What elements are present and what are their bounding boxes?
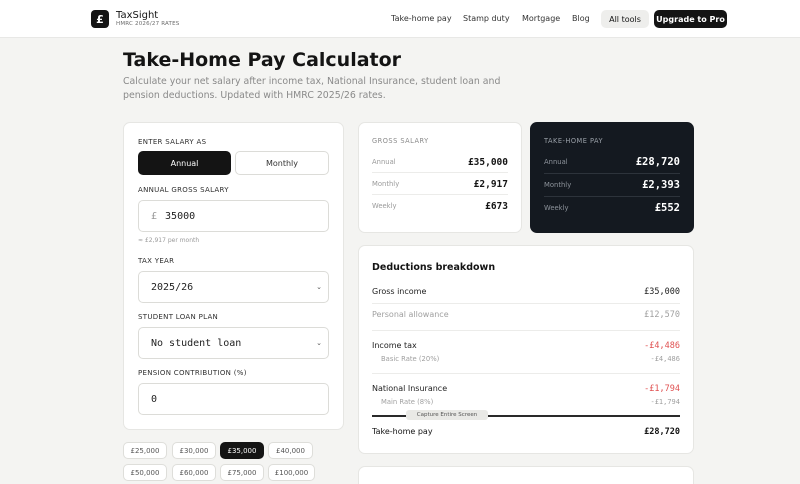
pension-contribution-input[interactable]: 0 <box>138 383 329 415</box>
basic-rate-value: -£4,486 <box>650 355 680 363</box>
preset-chip-100000[interactable]: £100,000 <box>268 464 315 481</box>
gross-salary-heading: GROSS SALARY <box>372 137 429 145</box>
nav-link-blog[interactable]: Blog <box>572 14 590 23</box>
national-insurance-value: -£1,794 <box>644 384 680 394</box>
gross-salary-value: 35000 <box>165 210 196 222</box>
gross-annual-label: Annual <box>372 158 396 166</box>
preset-chip-75000[interactable]: £75,000 <box>220 464 264 481</box>
divider <box>372 303 680 304</box>
brand-name[interactable]: TaxSight <box>116 10 158 21</box>
net-annual-value: £28,720 <box>635 156 680 168</box>
income-tax-value: -£4,486 <box>644 341 680 351</box>
deductions-title: Deductions breakdown <box>372 262 496 273</box>
basic-rate-label: Basic Rate (20%) <box>381 355 440 363</box>
net-annual-label: Annual <box>544 158 568 166</box>
all-tools-button[interactable]: All tools <box>601 10 649 28</box>
gross-monthly-label: Monthly <box>372 180 400 188</box>
chevron-down-icon: ⌄ <box>316 283 322 291</box>
nav-link-take-home-pay[interactable]: Take-home pay <box>391 14 452 23</box>
income-tax-label: Income tax <box>372 341 417 350</box>
brand-subtitle: HMRC 2026/27 RATES <box>116 21 180 27</box>
personal-allowance-value: £12,570 <box>644 310 680 320</box>
page-description: Calculate your net salary after income t… <box>123 76 501 101</box>
national-insurance-label: National Insurance <box>372 384 448 393</box>
personal-allowance-label: Personal allowance <box>372 310 449 319</box>
gross-weekly-value: £673 <box>485 201 508 212</box>
upgrade-to-pro-button[interactable]: Upgrade to Pro <box>654 10 727 28</box>
take-home-pay-heading: TAKE-HOME PAY <box>544 137 604 145</box>
capture-entire-screen-tooltip: Capture Entire Screen <box>406 410 488 420</box>
tax-year-value: 2025/26 <box>151 281 194 293</box>
chevron-down-icon: ⌄ <box>316 339 322 347</box>
gross-annual-value: £35,000 <box>467 157 508 168</box>
top-navigation-bar: £ TaxSight HMRC 2026/27 RATES Take-home … <box>0 0 800 38</box>
divider <box>372 194 508 195</box>
tax-year-select[interactable]: 2025/26 ⌄ <box>138 271 329 303</box>
main-rate-value: -£1,794 <box>650 398 680 406</box>
preset-chip-25000[interactable]: £25,000 <box>123 442 167 459</box>
tax-year-label: TAX YEAR <box>138 257 175 265</box>
net-weekly-label: Weekly <box>544 204 569 212</box>
student-loan-plan-label: STUDENT LOAN PLAN <box>138 313 219 321</box>
divider <box>372 373 680 374</box>
divider <box>544 196 680 197</box>
monthly-equivalent-hint: ≈ £2,917 per month <box>138 237 200 244</box>
pension-contribution-label: PENSION CONTRIBUTION (%) <box>138 369 247 377</box>
gross-income-value: £35,000 <box>644 287 680 297</box>
next-card-partial <box>358 466 694 484</box>
nav-link-stamp-duty[interactable]: Stamp duty <box>463 14 510 23</box>
gross-salary-input[interactable]: £ 35000 <box>138 200 329 232</box>
student-loan-select[interactable]: No student loan ⌄ <box>138 327 329 359</box>
preset-chip-40000[interactable]: £40,000 <box>268 442 313 459</box>
take-home-value: £28,720 <box>644 427 680 437</box>
divider <box>372 172 508 173</box>
main-rate-label: Main Rate (8%) <box>381 398 434 406</box>
divider <box>372 330 680 331</box>
preset-chip-60000[interactable]: £60,000 <box>172 464 216 481</box>
preset-chip-35000-selected[interactable]: £35,000 <box>220 442 264 459</box>
monthly-toggle-button[interactable]: Monthly <box>235 151 329 175</box>
enter-salary-as-label: ENTER SALARY AS <box>138 138 207 146</box>
net-weekly-value: £552 <box>654 202 680 214</box>
annual-toggle-button[interactable]: Annual <box>138 151 231 175</box>
annual-gross-salary-label: ANNUAL GROSS SALARY <box>138 186 229 194</box>
currency-prefix: £ <box>151 210 158 222</box>
preset-chip-50000[interactable]: £50,000 <box>123 464 167 481</box>
net-monthly-label: Monthly <box>544 181 572 189</box>
take-home-label: Take-home pay <box>372 427 433 436</box>
nav-link-mortgage[interactable]: Mortgage <box>522 14 560 23</box>
gross-income-label: Gross income <box>372 287 427 296</box>
gross-monthly-value: £2,917 <box>473 179 508 190</box>
gross-weekly-label: Weekly <box>372 202 397 210</box>
page-title: Take-Home Pay Calculator <box>123 49 402 71</box>
pension-contribution-value: 0 <box>151 393 158 405</box>
net-monthly-value: £2,393 <box>642 179 680 191</box>
divider <box>544 173 680 174</box>
preset-chip-30000[interactable]: £30,000 <box>172 442 216 459</box>
pound-logo-icon[interactable]: £ <box>91 10 109 28</box>
student-loan-value: No student loan <box>151 337 242 349</box>
